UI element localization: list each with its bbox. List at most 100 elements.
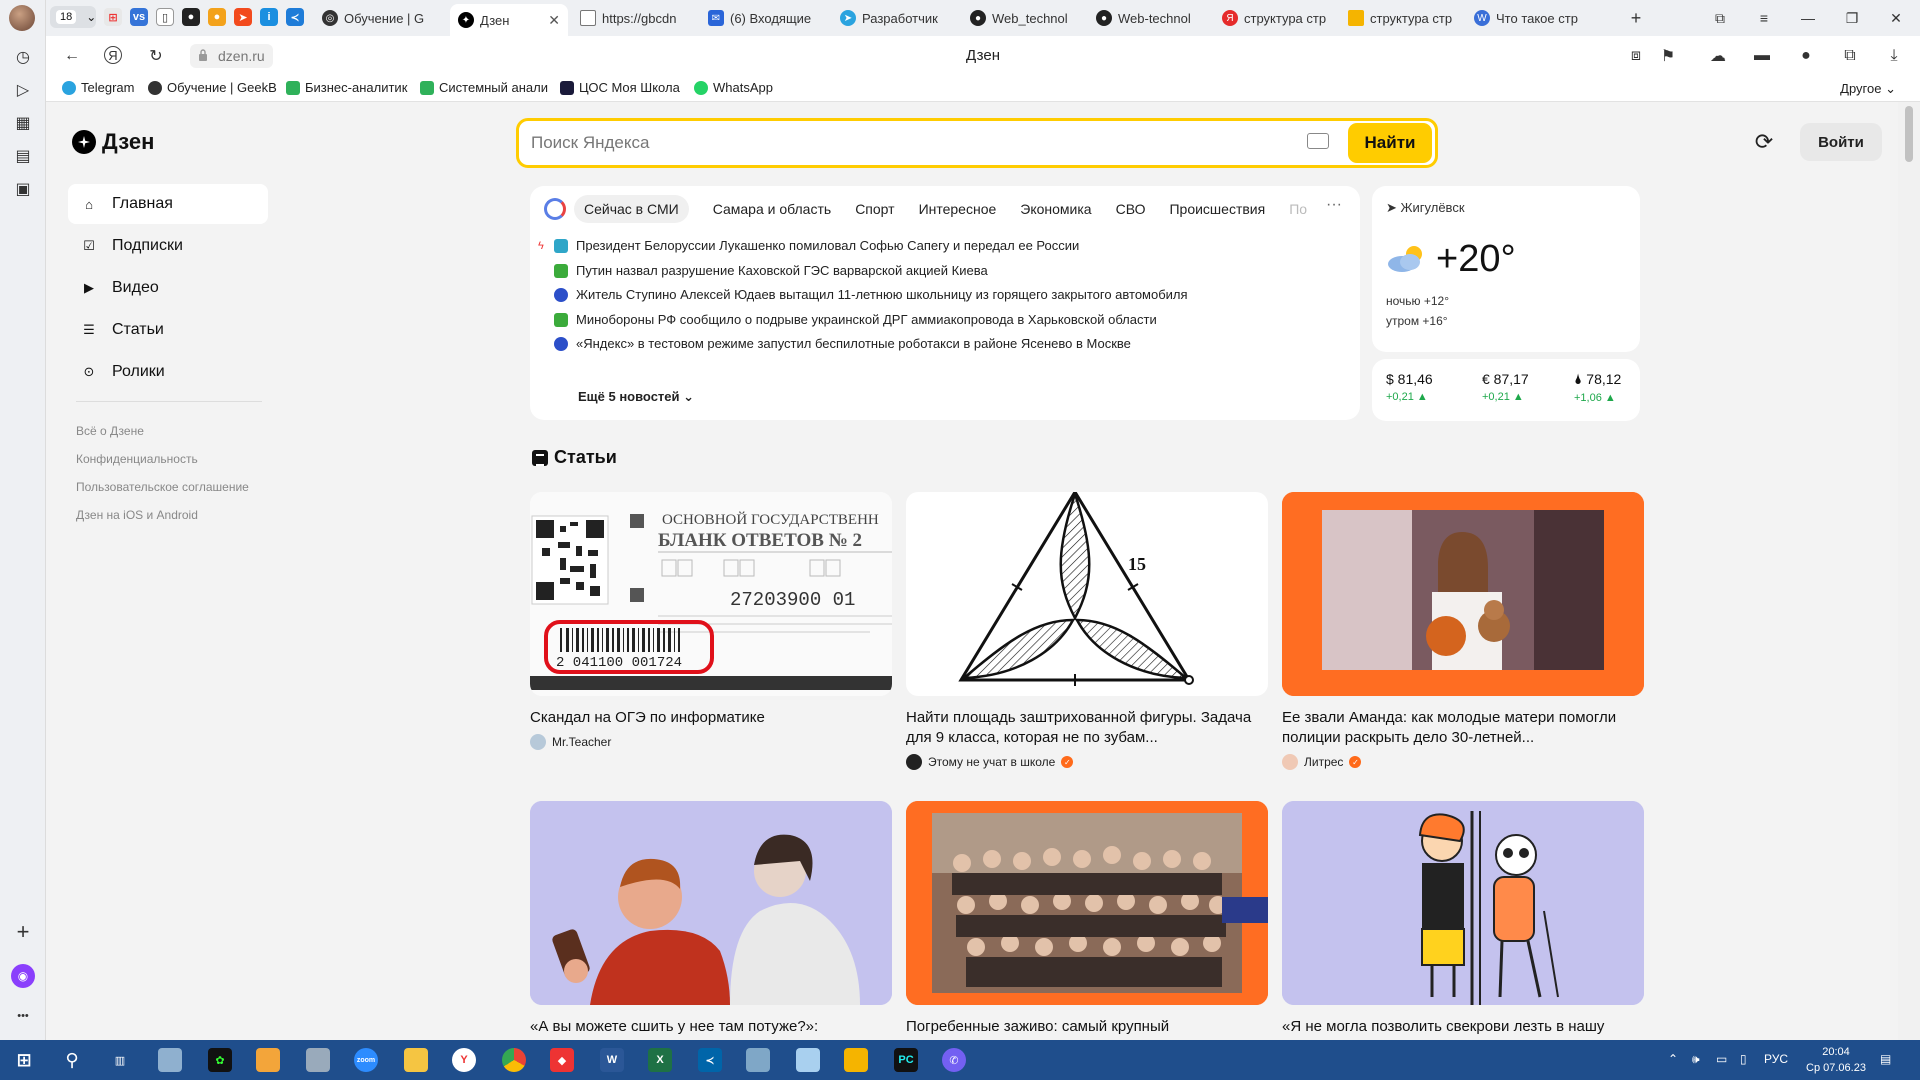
article-card[interactable]: ОСНОВНОЙ ГОСУДАРСТВЕНН БЛАНК ОТВЕТОВ № 2… (530, 492, 892, 750)
reader-mode-icon[interactable]: ⧈ (1626, 46, 1646, 66)
currency-rates[interactable]: $ 81,46 +0,21 ▲ € 87,17 +0,21 ▲ 🌢 78,12 … (1372, 359, 1640, 421)
app-icon[interactable]: ◆ (550, 1048, 574, 1072)
task-view-icon[interactable]: ▥ (108, 1048, 132, 1072)
extension-icon[interactable]: ⧉ (1840, 46, 1860, 66)
keyboard-icon[interactable] (1307, 133, 1329, 149)
app-icon[interactable] (796, 1048, 820, 1072)
news-item[interactable]: ϟ Президент Белоруссии Лукашенко помилов… (538, 238, 1079, 253)
minimize-button[interactable]: — (1798, 8, 1818, 28)
tab-item[interactable]: https://gbcdn (572, 4, 696, 32)
bookmark-item[interactable]: Telegram (62, 80, 134, 95)
tab-item[interactable]: W Что такое стр (1466, 4, 1588, 32)
notifications-icon[interactable]: ▤ (1880, 1052, 1891, 1066)
pinned-tab-app-icon[interactable]: ➤ (234, 8, 252, 26)
start-icon[interactable]: ⊞ (12, 1048, 36, 1072)
tab-item[interactable]: ✉ (6) Входящие (700, 4, 828, 32)
extension-icon[interactable]: ▬ (1752, 46, 1772, 66)
close-tab-icon[interactable]: ✕ (548, 12, 560, 29)
pinned-tab-doc-icon[interactable]: ▯ (156, 8, 174, 26)
play-icon[interactable]: ▷ (11, 78, 35, 102)
viber-icon[interactable]: ✆ (942, 1048, 966, 1072)
download-icon[interactable]: ⤓ (1884, 46, 1904, 66)
pinned-tab-vs-icon[interactable]: vs (130, 8, 148, 26)
news-tab[interactable]: По (1289, 201, 1307, 217)
app-icon[interactable]: ✿ (208, 1048, 232, 1072)
collections-icon[interactable]: ⧉ (1710, 8, 1730, 28)
new-tab-button[interactable]: + (1626, 8, 1646, 28)
battery-icon[interactable]: ▯ (1740, 1052, 1747, 1066)
tab-item[interactable]: ➤ Разработчик (832, 4, 958, 32)
news-tab[interactable]: СВО (1116, 201, 1146, 217)
news-tab[interactable]: Самара и область (713, 201, 831, 217)
yandex-icon[interactable]: Я (104, 46, 122, 64)
news-item[interactable]: Житель Ступино Алексей Юдаев вытащил 11-… (554, 287, 1188, 302)
news-tab[interactable]: Происшествия (1169, 201, 1265, 217)
bookmark-item[interactable]: Системный анали (420, 80, 548, 95)
app-icon[interactable] (256, 1048, 280, 1072)
menu-icon[interactable]: ≡ (1754, 8, 1774, 28)
footer-link[interactable]: Дзен на iOS и Android (76, 508, 249, 536)
footer-link[interactable]: Конфиденциальность (76, 452, 249, 480)
article-card[interactable]: Погребенные заживо: самый крупный (906, 801, 1268, 1037)
bookmark-item[interactable]: Бизнес-аналитик (286, 80, 407, 95)
word-icon[interactable]: W (600, 1048, 624, 1072)
back-icon[interactable]: ← (62, 46, 82, 66)
tab-count-button[interactable]: 18 ⌄ (50, 6, 96, 28)
pinned-tab-info-icon[interactable]: i (260, 8, 278, 26)
cloud-icon[interactable]: ☁ (1708, 46, 1728, 66)
footer-link[interactable]: Всё о Дзене (76, 424, 249, 452)
url-field[interactable]: dzen.ru (190, 44, 273, 68)
news-item[interactable]: Путин назвал разрушение Каховской ГЭС ва… (554, 263, 988, 278)
clock[interactable]: 20:04 Ср 07.06.23 (1806, 1044, 1866, 1076)
bookmark-item[interactable]: ЦОС Моя Школа (560, 80, 680, 95)
other-bookmarks[interactable]: Другое ⌄ (1840, 81, 1896, 97)
search-icon[interactable]: ⚲ (60, 1048, 84, 1072)
bookmark-icon[interactable]: ⚑ (1658, 46, 1678, 66)
page-scrollbar[interactable] (1898, 102, 1920, 1040)
excel-icon[interactable]: X (648, 1048, 672, 1072)
menu-item-articles[interactable]: ☰ Статьи (68, 310, 268, 350)
news-tab-active[interactable]: Сейчас в СМИ (574, 195, 689, 223)
article-card[interactable]: «Я не могла позволить свекрови лезть в н… (1282, 801, 1644, 1037)
menu-item-home[interactable]: ⌂ Главная (68, 184, 268, 224)
notes-icon[interactable]: ▤ (11, 144, 35, 168)
news-tab[interactable]: Экономика (1020, 201, 1091, 217)
pycharm-icon[interactable]: PC (894, 1048, 918, 1072)
pinned-tab-github-icon[interactable]: ● (182, 8, 200, 26)
network-icon[interactable]: ▭ (1716, 1052, 1727, 1066)
article-card[interactable]: 15 Найти площадь заштрихованной фигуры. … (906, 492, 1268, 770)
more-icon[interactable]: ••• (11, 1004, 35, 1028)
tab-item[interactable]: ● Web_technol (962, 4, 1084, 32)
app-icon[interactable] (844, 1048, 868, 1072)
tab-dzen-active[interactable]: ✦ Дзен ✕ (450, 4, 568, 36)
add-panel-button[interactable]: + (11, 919, 35, 944)
menu-item-subscriptions[interactable]: ☑ Подписки (68, 226, 268, 266)
article-author[interactable]: Mr.Teacher (530, 734, 892, 750)
tab-item[interactable]: ◎ Обучение | G (314, 4, 446, 32)
login-button[interactable]: Войти (1800, 123, 1882, 161)
pinned-tab-windows-icon[interactable]: ⊞ (104, 8, 122, 26)
menu-item-clips[interactable]: ⊙ Ролики (68, 352, 268, 392)
tab-item[interactable]: ● Web-technol (1088, 4, 1210, 32)
news-tab[interactable]: Спорт (855, 201, 894, 217)
volume-icon[interactable]: 🕪 (1692, 1052, 1700, 1067)
app-icon[interactable] (306, 1048, 330, 1072)
tray-arrow-icon[interactable]: ⌃ (1668, 1052, 1678, 1066)
pinned-tab-reddit-icon[interactable]: ● (208, 8, 226, 26)
yandex-browser-icon[interactable]: Y (452, 1048, 476, 1072)
menu-item-video[interactable]: ▶ Видео (68, 268, 268, 308)
tab-item[interactable]: Я структура стр (1214, 4, 1336, 32)
bookmark-item[interactable]: Обучение | GeekB (148, 80, 277, 95)
explorer-icon[interactable] (404, 1048, 428, 1072)
close-window-button[interactable]: ✕ (1886, 8, 1906, 28)
scrollbar-thumb[interactable] (1905, 106, 1913, 162)
search-input[interactable] (531, 130, 1291, 156)
pinned-tab-vscode-icon[interactable]: ≺ (286, 8, 304, 26)
language-indicator[interactable]: РУС (1764, 1052, 1788, 1066)
more-options-icon[interactable]: ··· (1326, 196, 1342, 214)
zoom-icon[interactable]: zoom (354, 1048, 378, 1072)
more-news-button[interactable]: Ещё 5 новостей ⌄ (578, 389, 694, 405)
screenshot-icon[interactable]: ▣ (11, 177, 35, 201)
chrome-icon[interactable] (502, 1048, 526, 1072)
history-icon[interactable]: ◷ (11, 45, 35, 69)
